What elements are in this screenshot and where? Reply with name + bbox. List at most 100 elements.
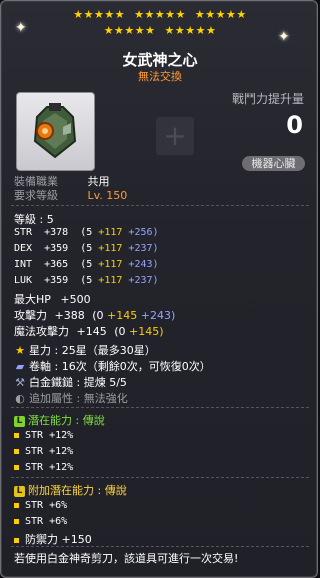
stat-total: +388 bbox=[54, 309, 85, 322]
stat-total: +359 bbox=[44, 275, 69, 286]
stat-magic-attack: 魔法攻擊力 +145 (0 +145) bbox=[14, 323, 164, 339]
level-label: 要求等級 bbox=[14, 189, 58, 202]
additional-potential-title: 附加潛在能力 : 傳說 bbox=[28, 484, 127, 497]
bullet-icon bbox=[14, 502, 19, 508]
stat-base: (0 bbox=[92, 309, 104, 322]
potential-line: STR +12% bbox=[14, 430, 73, 441]
stat-attack: 攻擊力 +388 (0 +145 +243) bbox=[14, 307, 175, 323]
stat-bonus: +145 bbox=[107, 309, 138, 322]
star-icon: ★ bbox=[15, 344, 25, 357]
level-requirement: 要求等級 Lv. 150 bbox=[14, 187, 127, 203]
stat-value: +500 bbox=[60, 293, 91, 306]
potential-text: STR +12% bbox=[25, 446, 74, 457]
stat-star: +256) bbox=[128, 227, 159, 238]
sparkle-icon: ✦ bbox=[15, 20, 27, 36]
additional-potential-text: 防禦力 +150 bbox=[25, 533, 92, 546]
scroll-line: ▰ 卷軸 : 16次（剩餘0次，可恢復0次） bbox=[14, 358, 211, 374]
additional-potential-line: STR +6% bbox=[14, 516, 67, 527]
bullet-icon bbox=[14, 518, 19, 524]
potential-text: STR +12% bbox=[25, 430, 74, 441]
star-row-top: ★★★★★ ★★★★★ ★★★★★ bbox=[1, 9, 319, 21]
combat-power-label: 戰鬥力提升量 bbox=[231, 92, 304, 106]
star-force-display: ★★★★★ ★★★★★ ★★★★★ ★★★★★ ★★★★★ bbox=[1, 9, 319, 37]
stat-bonus: +117 bbox=[98, 227, 123, 238]
bullet-icon bbox=[14, 464, 19, 470]
divider bbox=[11, 546, 309, 548]
extra-option-text: 追加屬性 : 無法強化 bbox=[29, 392, 128, 405]
stat-star: +237) bbox=[128, 243, 159, 254]
divider bbox=[11, 477, 309, 479]
stat-label: INT bbox=[14, 259, 33, 270]
stat-base: (5 bbox=[80, 227, 93, 238]
scroll-icon: ▰ bbox=[15, 360, 25, 373]
stat-bonus: +145) bbox=[129, 325, 164, 338]
stat-label: STR bbox=[14, 227, 33, 238]
stat-label: DEX bbox=[14, 243, 33, 254]
equipment-category-badge: 機器心臟 bbox=[242, 156, 305, 171]
additional-potential-header: L 附加潛在能力 : 傳說 bbox=[14, 482, 127, 498]
stat-bonus: +117 bbox=[98, 275, 123, 286]
sparkle-icon: ✦ bbox=[278, 29, 290, 45]
stat-total: +359 bbox=[44, 243, 69, 254]
stat-base: (5 bbox=[80, 275, 93, 286]
bullet-icon bbox=[14, 448, 19, 454]
additional-potential-text: STR +6% bbox=[25, 516, 68, 527]
item-level: 等級 : 5 bbox=[14, 213, 54, 226]
stat-base: (0 bbox=[114, 325, 126, 338]
hammer-icon: ⚒ bbox=[15, 376, 25, 389]
trade-note: 若使用白金神奇剪刀，該道具可進行一次交易! bbox=[14, 552, 239, 565]
bullet-icon bbox=[14, 432, 19, 438]
legendary-badge: L bbox=[14, 485, 25, 497]
placeholder-slot-icon: + bbox=[156, 117, 194, 155]
potential-line: STR +12% bbox=[14, 462, 73, 473]
stat-star: +243) bbox=[128, 259, 159, 270]
divider bbox=[11, 407, 309, 409]
starforce-line: ★ 星力 : 25星（最多30星） bbox=[14, 342, 156, 358]
extra-option-line: ◐ 追加屬性 : 無法強化 bbox=[14, 390, 128, 406]
stat-bonus: +117 bbox=[98, 259, 123, 270]
item-icon-frame bbox=[16, 92, 95, 171]
hammer-text: 白金鐵鎚 : 提煉 5/5 bbox=[29, 376, 127, 389]
stat-bonus: +117 bbox=[98, 243, 123, 254]
star-group: ★★★★★ bbox=[194, 8, 247, 21]
potential-header: L 潛在能力 : 傳說 bbox=[14, 412, 105, 428]
potential-text: STR +12% bbox=[25, 462, 74, 473]
item-name: 女武神之心 bbox=[122, 51, 198, 69]
stat-star: +243) bbox=[140, 309, 176, 322]
additional-potential-text: STR +6% bbox=[25, 500, 68, 511]
stat-label: 攻擊力 bbox=[14, 309, 47, 322]
potential-title: 潛在能力 : 傳說 bbox=[28, 414, 105, 427]
starforce-text: 星力 : 25星（最多30星） bbox=[29, 344, 156, 357]
scroll-text: 卷軸 : 16次（剩餘0次，可恢復0次） bbox=[29, 360, 211, 373]
star-group: ★★★★★ bbox=[164, 24, 217, 37]
stat-star: +237) bbox=[128, 275, 159, 286]
extra-option-icon: ◐ bbox=[15, 392, 25, 405]
additional-potential-line: STR +6% bbox=[14, 500, 67, 511]
stat-hp: 最大HP +500 bbox=[14, 291, 91, 307]
potential-line: STR +12% bbox=[14, 446, 73, 457]
legendary-badge: L bbox=[14, 415, 25, 427]
stat-int: INT +365 (5 +117 +243) bbox=[14, 259, 159, 270]
star-group: ★★★★★ bbox=[134, 8, 186, 21]
stat-label: 最大HP bbox=[14, 293, 51, 306]
combat-power-value: 0 bbox=[286, 111, 303, 139]
stat-label: 魔法攻擊力 bbox=[14, 325, 69, 338]
star-group: ★★★★★ bbox=[103, 24, 156, 37]
star-row-bottom: ★★★★★ ★★★★★ bbox=[1, 25, 319, 37]
stat-label: LUK bbox=[14, 275, 33, 286]
trade-status: 無法交換 bbox=[138, 70, 182, 83]
heart-machine-icon bbox=[33, 103, 77, 159]
stat-base: (5 bbox=[80, 243, 93, 254]
star-group: ★★★★★ bbox=[73, 8, 126, 21]
hammer-line: ⚒ 白金鐵鎚 : 提煉 5/5 bbox=[14, 374, 127, 390]
stat-total: +145 bbox=[76, 325, 107, 338]
additional-potential-line: 防禦力 +150 bbox=[14, 531, 92, 547]
stat-str: STR +378 (5 +117 +256) bbox=[14, 227, 159, 238]
item-tooltip: ★★★★★ ★★★★★ ★★★★★ ★★★★★ ★★★★★ ✦ ✦ 女武神之心 無法交… bbox=[0, 0, 318, 578]
divider bbox=[11, 205, 309, 207]
stat-base: (5 bbox=[80, 259, 93, 270]
level-value: Lv. 150 bbox=[87, 189, 128, 202]
stat-total: +365 bbox=[44, 259, 69, 270]
stat-dex: DEX +359 (5 +117 +237) bbox=[14, 243, 159, 254]
stat-luk: LUK +359 (5 +117 +237) bbox=[14, 275, 159, 286]
